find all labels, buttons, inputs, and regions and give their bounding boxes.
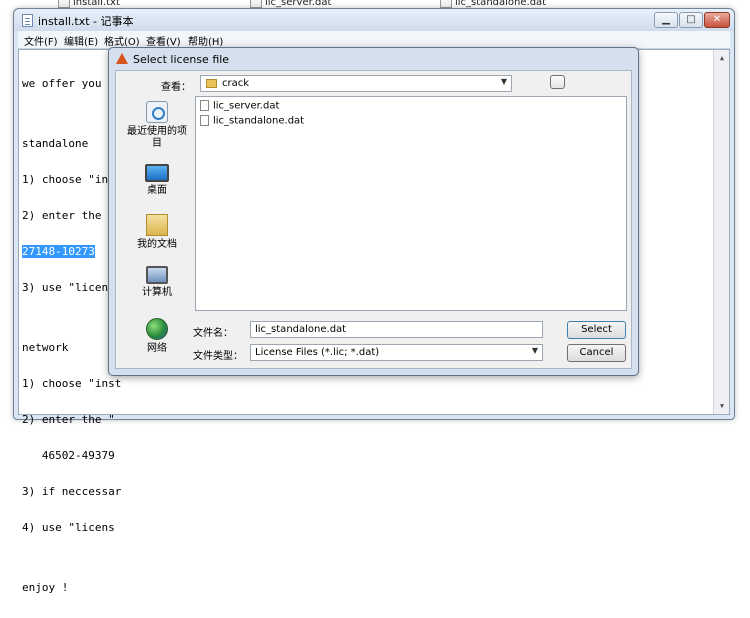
text-line: we offer you tw <box>22 77 122 90</box>
look-in-dropdown[interactable]: crack ▼ <box>200 75 512 92</box>
place-label: 我的文档 <box>137 239 177 250</box>
folder-icon <box>206 79 217 88</box>
bg-file-item[interactable]: install.txt <box>58 0 120 8</box>
documents-folder-icon <box>146 214 168 236</box>
window-title: install.txt - 记事本 <box>38 15 134 28</box>
filename-label: 文件名： <box>193 328 233 339</box>
text-line-selected: 27148-10273 <box>22 245 121 258</box>
list-item[interactable]: lic_standalone.dat <box>200 115 304 129</box>
file-icon <box>200 100 209 111</box>
place-label: 桌面 <box>147 185 167 196</box>
desktop-icon <box>145 164 169 182</box>
file-list[interactable]: lic_server.dat lic_standalone.dat <box>195 96 627 311</box>
menu-help[interactable]: 帮助(H) <box>188 33 223 48</box>
scroll-down-icon[interactable]: ▼ <box>714 398 730 414</box>
place-label: 最近使用的项 目 <box>127 126 187 149</box>
chevron-down-icon: ▼ <box>531 346 538 355</box>
file-icon <box>440 0 452 8</box>
place-desktop[interactable]: 桌面 <box>122 164 192 197</box>
place-recent[interactable]: 最近使用的项 目 <box>122 101 192 150</box>
filetype-label: 文件类型： <box>193 351 243 362</box>
filename-input[interactable]: lic_standalone.dat <box>250 321 543 338</box>
bg-file-item[interactable]: lic_standalone.dat <box>440 0 546 8</box>
place-documents[interactable]: 我的文档 <box>122 214 192 251</box>
text-line: 46502-49379 <box>22 449 115 462</box>
minimize-button[interactable]: ▁ <box>654 12 678 28</box>
text-line: 2) enter the " <box>22 209 115 222</box>
look-in-label: 查看： <box>161 82 191 93</box>
text-line: 4) use "licens <box>22 521 115 534</box>
close-button[interactable]: ✕ <box>704 12 730 28</box>
selected-text: 27148-10273 <box>22 245 95 258</box>
text-line: 3) if neccessar <box>22 485 122 498</box>
dialog-titlebar[interactable]: Select license file <box>109 48 638 70</box>
text-line: network <box>22 341 69 354</box>
maximize-button[interactable]: □ <box>679 12 703 28</box>
text-file-icon <box>58 0 70 8</box>
list-item[interactable]: lic_server.dat <box>200 100 279 114</box>
bg-file-item[interactable]: lic_server.dat <box>250 0 331 8</box>
place-network[interactable]: 网络 <box>122 318 192 355</box>
place-label: 网络 <box>147 343 167 354</box>
place-label: 计算机 <box>142 287 172 298</box>
menu-format[interactable]: 格式(O) <box>104 33 140 48</box>
text-line: enjoy ! <box>22 581 69 594</box>
dialog-body: 查看： crack ▼ 最近使用的项 目 桌面 我的文档 计算机 网络 lic_… <box>115 70 632 369</box>
menu-edit[interactable]: 编辑(E) <box>64 33 98 48</box>
look-in-value: crack <box>222 78 250 89</box>
network-icon <box>146 318 168 340</box>
vertical-scrollbar[interactable]: ▲ ▼ <box>713 50 729 414</box>
notepad-icon <box>22 14 33 27</box>
file-icon <box>250 0 262 8</box>
text-line: standalone <box>22 137 89 150</box>
filetype-dropdown[interactable]: License Files (*.lic; *.dat) ▼ <box>250 344 543 361</box>
filetype-value: License Files (*.lic; *.dat) <box>255 347 380 358</box>
chevron-down-icon: ▼ <box>500 77 507 86</box>
select-button[interactable]: Select <box>567 321 626 339</box>
menu-file[interactable]: 文件(F) <box>24 33 58 48</box>
text-line: 1) choose "inst <box>22 173 122 186</box>
scroll-up-icon[interactable]: ▲ <box>714 50 730 66</box>
place-computer[interactable]: 计算机 <box>122 266 192 299</box>
text-line: 1) choose "inst <box>22 377 122 390</box>
recent-items-icon <box>146 101 168 123</box>
new-folder-button[interactable] <box>550 75 565 89</box>
menu-view[interactable]: 查看(V) <box>146 33 181 48</box>
computer-icon <box>146 266 168 284</box>
notepad-titlebar[interactable]: install.txt - 记事本 ▁ □ ✕ <box>14 9 734 31</box>
text-line: 2) enter the " <box>22 413 115 426</box>
editor-content: we offer you tw standalone 1) choose "in… <box>22 54 121 618</box>
select-license-dialog: Select license file 查看： crack ▼ 最近使用的项 目… <box>108 47 639 376</box>
matlab-icon <box>116 53 128 64</box>
cancel-button[interactable]: Cancel <box>567 344 626 362</box>
text-line: 3) use "licens <box>22 281 115 294</box>
file-icon <box>200 115 209 126</box>
dialog-title: Select license file <box>133 53 230 66</box>
